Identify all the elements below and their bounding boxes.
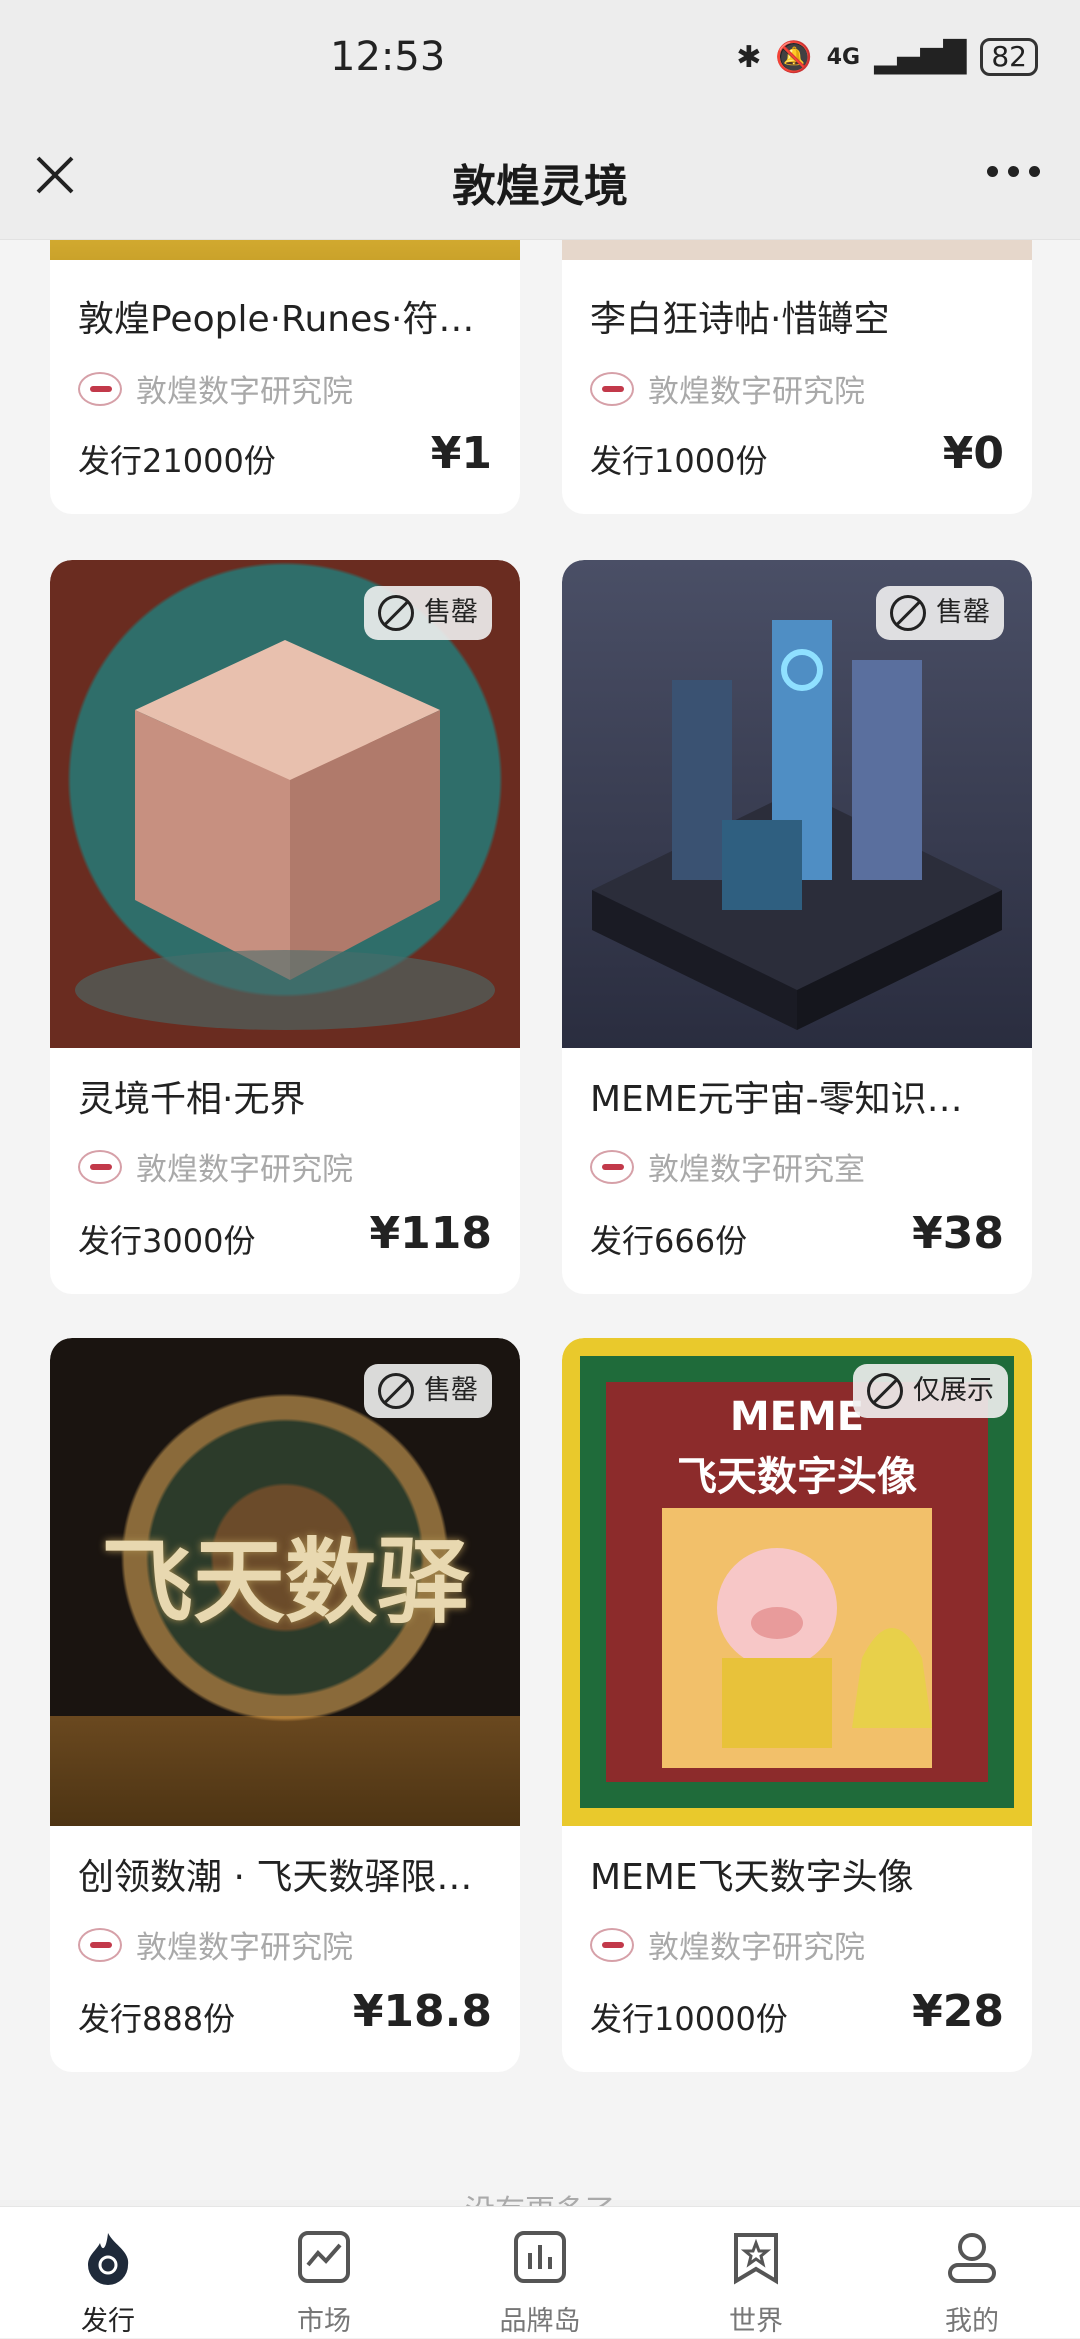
flame-icon <box>88 2233 129 2285</box>
signal-icon: ▂▄▆█ <box>874 39 967 75</box>
publisher-name: 敦煌数字研究院 <box>136 1930 353 1966</box>
product-image: 售罄 <box>50 560 520 1048</box>
publisher: 敦煌数字研究室 <box>590 1144 865 1189</box>
publisher: 敦煌数字研究院 <box>78 1922 353 1967</box>
tab-world[interactable]: 世界 <box>648 2207 864 2339</box>
publisher: 敦煌数字研究院 <box>78 1144 353 1189</box>
issue-count: 发行888份 <box>78 2000 236 2038</box>
publisher: 敦煌数字研究院 <box>590 1922 865 1967</box>
network-label: 4G <box>826 44 861 70</box>
product-card[interactable]: 售罄 MEME元宇宙-零知识… 敦煌数字研究室 发行666份 ¥38 <box>562 560 1032 1294</box>
tab-brand-island[interactable]: 品牌岛 <box>432 2207 648 2339</box>
publisher-logo-icon <box>590 1927 634 1962</box>
product-image: 售罄 <box>562 560 1032 1048</box>
issue-count: 发行21000份 <box>78 442 276 480</box>
product-card[interactable]: MEME 飞天数字头像 仅展示 MEME飞天数字头像 敦煌数字研究院 发行100… <box>562 1338 1032 2072</box>
ban-icon <box>890 595 926 631</box>
chart-icon <box>298 2231 350 2283</box>
user-icon <box>948 2233 996 2283</box>
product-name: 李白狂诗帖·惜罇空 <box>590 299 890 340</box>
publisher-name: 敦煌数字研究院 <box>136 374 353 410</box>
mute-icon: 🔕 <box>775 39 813 75</box>
bottom-tab-bar: 发行 市场 品牌岛 世界 我的 <box>0 2206 1080 2338</box>
publisher-logo-icon <box>78 1927 122 1962</box>
publisher-name: 敦煌数字研究院 <box>648 1930 865 1966</box>
price: ¥18.8 <box>352 1986 492 2037</box>
product-card[interactable]: 李白狂诗帖·惜罇空 敦煌数字研究院 发行1000份 ¥0 <box>562 240 1032 514</box>
status-icons: ✱ 🔕 4G ▂▄▆█ 82 <box>736 38 1038 76</box>
tab-market[interactable]: 市场 <box>216 2207 432 2339</box>
product-name: 敦煌People·Runes·符… <box>78 299 475 340</box>
price: ¥0 <box>942 428 1004 479</box>
publisher-logo-icon <box>78 1149 122 1184</box>
product-name: 创领数潮 · 飞天数驿限… <box>78 1857 473 1898</box>
ban-icon <box>378 1373 414 1409</box>
status-bar: 12:53 ✱ 🔕 4G ▂▄▆█ 82 <box>0 0 1080 120</box>
price: ¥118 <box>369 1208 492 1259</box>
issue-count: 发行1000份 <box>590 442 768 480</box>
product-grid: 敦煌People·Runes·符… 敦煌数字研究院 发行21000份 ¥1 李白… <box>0 240 1080 2200</box>
product-card[interactable]: 飞天数驿 售罄 创领数潮 · 飞天数驿限… 敦煌数字研究院 发行888份 ¥18… <box>50 1338 520 2072</box>
status-badge: 售罄 <box>364 1364 492 1418</box>
product-name: MEME飞天数字头像 <box>590 1857 914 1898</box>
product-card[interactable]: 敦煌People·Runes·符… 敦煌数字研究院 发行21000份 ¥1 <box>50 240 520 514</box>
publisher-name: 敦煌数字研究院 <box>648 374 865 410</box>
price: ¥28 <box>912 1986 1004 2037</box>
title-bar: 敦煌灵境 <box>0 120 1080 240</box>
product-name: 灵境千相·无界 <box>78 1079 306 1120</box>
product-image-title: 飞天数驿 <box>100 1528 469 1636</box>
issue-count: 发行666份 <box>590 1222 748 1260</box>
tab-label: 世界 <box>729 2306 783 2337</box>
battery-indicator: 82 <box>980 38 1038 76</box>
product-image <box>50 240 520 260</box>
publisher: 敦煌数字研究院 <box>590 366 865 411</box>
publisher: 敦煌数字研究院 <box>78 366 353 411</box>
ban-icon <box>378 595 414 631</box>
publisher-name: 敦煌数字研究室 <box>648 1152 865 1188</box>
status-time: 12:53 <box>330 34 446 80</box>
tab-label: 发行 <box>81 2306 135 2337</box>
publisher-name: 敦煌数字研究院 <box>136 1152 353 1188</box>
bookmark-star-icon <box>734 2233 778 2285</box>
product-image: MEME 飞天数字头像 仅展示 <box>562 1338 1032 1826</box>
status-badge: 售罄 <box>364 586 492 640</box>
price: ¥38 <box>912 1208 1004 1259</box>
publisher-logo-icon <box>590 1149 634 1184</box>
publisher-logo-icon <box>78 371 122 406</box>
tab-issue[interactable]: 发行 <box>0 2207 216 2339</box>
publisher-logo-icon <box>590 371 634 406</box>
ban-icon <box>867 1373 903 1409</box>
issue-count: 发行3000份 <box>78 1222 256 1260</box>
bluetooth-icon: ✱ <box>736 39 762 75</box>
product-image <box>562 240 1032 260</box>
tab-mine[interactable]: 我的 <box>864 2207 1080 2339</box>
status-badge: 仅展示 <box>853 1364 1008 1418</box>
product-card[interactable]: 售罄 灵境千相·无界 敦煌数字研究院 发行3000份 ¥118 <box>50 560 520 1294</box>
more-icon[interactable] <box>987 166 1040 177</box>
product-image: 飞天数驿 售罄 <box>50 1338 520 1826</box>
product-name: MEME元宇宙-零知识… <box>590 1079 963 1120</box>
tab-label: 品牌岛 <box>499 2306 581 2337</box>
issue-count: 发行10000份 <box>590 2000 788 2038</box>
tab-label: 我的 <box>945 2306 999 2337</box>
bar-chart-icon <box>514 2231 566 2283</box>
status-badge: 售罄 <box>876 586 1004 640</box>
price: ¥1 <box>430 428 492 479</box>
tab-label: 市场 <box>297 2306 351 2337</box>
page-title: 敦煌灵境 <box>452 161 628 212</box>
